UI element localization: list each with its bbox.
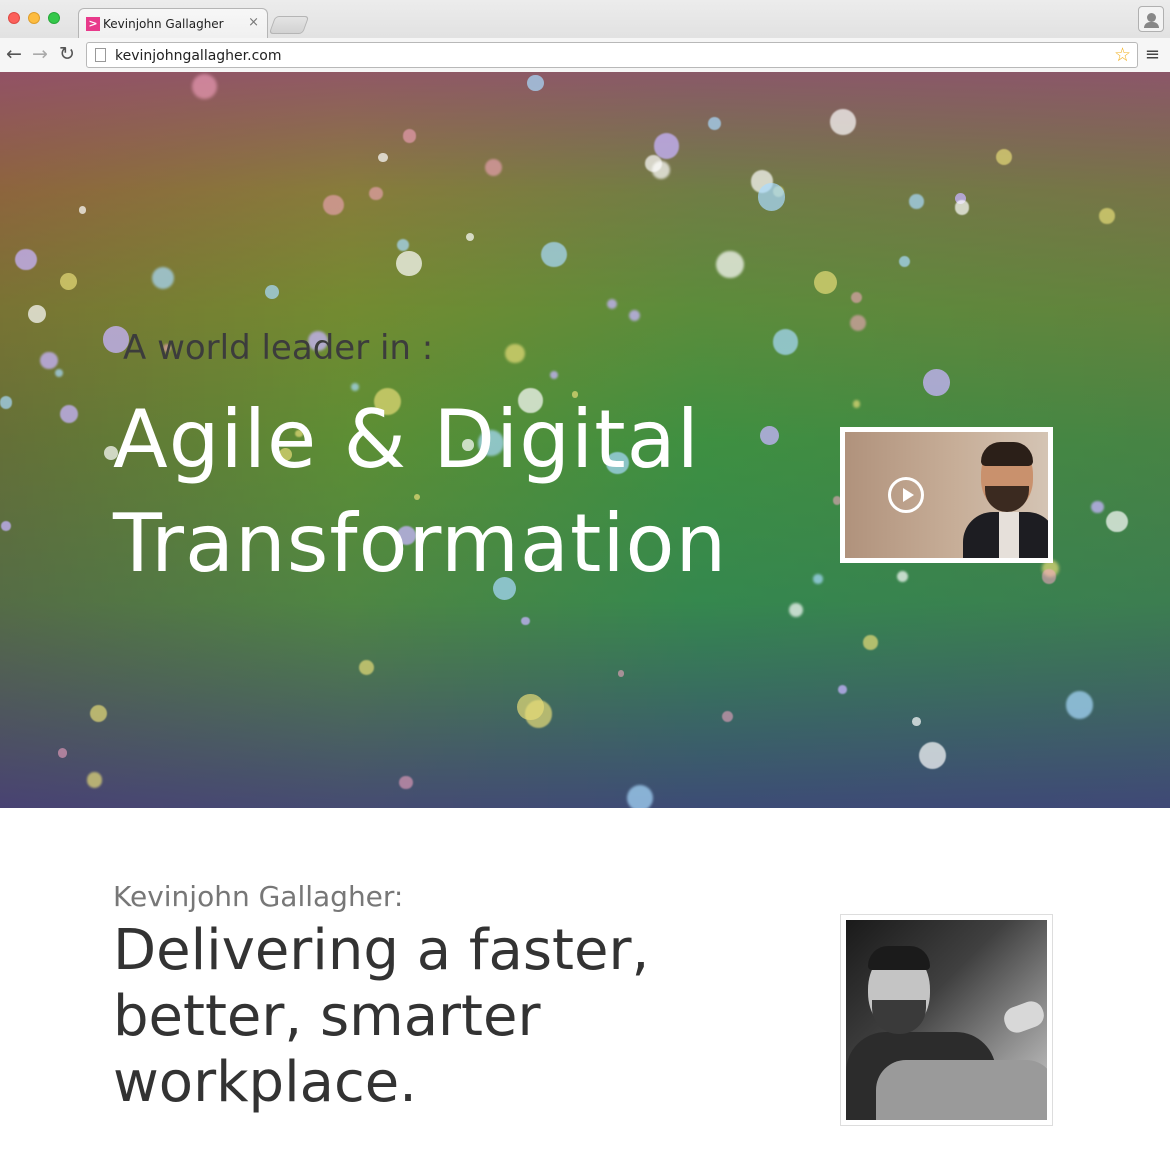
forward-arrow-icon[interactable]: → bbox=[32, 43, 48, 65]
glitter-sparkle bbox=[527, 74, 544, 92]
intro-headline-line-1: Delivering a faster, bbox=[113, 918, 650, 983]
glitter-sparkle bbox=[652, 161, 671, 180]
intro-headline-line-2: better, smarter bbox=[113, 984, 541, 1049]
glitter-sparkle bbox=[863, 635, 878, 650]
glitter-sparkle bbox=[396, 238, 409, 251]
glitter-sparkle bbox=[1099, 208, 1115, 224]
glitter-sparkle bbox=[505, 343, 525, 363]
glitter-sparkle bbox=[59, 273, 77, 291]
glitter-sparkle bbox=[322, 194, 344, 216]
browser-toolbar: ← → ↻ kevinjohngallagher.com ☆ ≡ bbox=[0, 38, 1170, 72]
glitter-sparkle bbox=[521, 617, 530, 626]
glitter-sparkle bbox=[78, 206, 87, 214]
hero-headline: Agile & Digital Transformation bbox=[113, 388, 727, 596]
glitter-sparkle bbox=[1065, 691, 1094, 719]
glitter-sparkle bbox=[707, 117, 721, 131]
hero-headline-line-1: Agile & Digital bbox=[113, 393, 700, 486]
glitter-sparkle bbox=[15, 248, 37, 271]
glitter-sparkle bbox=[760, 425, 779, 445]
glitter-sparkle bbox=[27, 305, 46, 324]
glitter-sparkle bbox=[954, 200, 970, 216]
glitter-sparkle bbox=[629, 309, 641, 321]
tab-close-icon[interactable]: × bbox=[248, 15, 259, 30]
hero-headline-line-2: Transformation bbox=[113, 497, 728, 590]
glitter-sparkle bbox=[398, 775, 413, 790]
glitter-sparkle bbox=[772, 329, 799, 355]
glitter-sparkle bbox=[378, 153, 388, 163]
glitter-sparkle bbox=[359, 660, 375, 676]
glitter-sparkle bbox=[484, 158, 503, 177]
portrait-image bbox=[846, 920, 1047, 1120]
window-minimize-button[interactable] bbox=[28, 12, 40, 24]
window-maximize-button[interactable] bbox=[48, 12, 60, 24]
glitter-sparkle bbox=[898, 255, 911, 268]
menu-icon[interactable]: ≡ bbox=[1145, 44, 1160, 65]
glitter-sparkle bbox=[852, 400, 861, 408]
glitter-sparkle bbox=[1105, 510, 1128, 533]
glitter-sparkle bbox=[995, 149, 1012, 166]
video-person-photo bbox=[963, 442, 1048, 558]
reload-icon[interactable]: ↻ bbox=[59, 43, 75, 65]
url-text[interactable]: kevinjohngallagher.com bbox=[115, 48, 282, 64]
intro-headline-line-3: workplace. bbox=[113, 1050, 417, 1115]
glitter-sparkle bbox=[716, 250, 744, 279]
glitter-sparkle bbox=[813, 574, 823, 584]
glitter-sparkle bbox=[517, 694, 544, 721]
favicon-icon: > bbox=[86, 17, 100, 31]
glitter-sparkle bbox=[788, 602, 804, 618]
play-icon[interactable] bbox=[888, 477, 924, 513]
browser-tab[interactable]: > Kevinjohn Gallagher × bbox=[78, 8, 268, 38]
glitter-sparkle bbox=[151, 266, 174, 289]
intro-label: Kevinjohn Gallagher: bbox=[113, 880, 404, 913]
glitter-sparkle bbox=[850, 291, 863, 303]
back-arrow-icon[interactable]: ← bbox=[6, 43, 22, 65]
glitter-sparkle bbox=[192, 74, 218, 100]
glitter-sparkle bbox=[60, 405, 79, 424]
glitter-sparkle bbox=[402, 129, 417, 144]
glitter-sparkle bbox=[923, 368, 950, 396]
window-close-button[interactable] bbox=[8, 12, 20, 24]
glitter-sparkle bbox=[57, 748, 68, 759]
portrait-photo bbox=[840, 914, 1053, 1126]
glitter-sparkle bbox=[626, 784, 653, 808]
browser-chrome: > Kevinjohn Gallagher × ← → ↻ kevinjohng… bbox=[0, 0, 1170, 72]
glitter-sparkle bbox=[541, 241, 567, 268]
glitter-sparkle bbox=[830, 109, 856, 135]
glitter-sparkle bbox=[1, 521, 11, 531]
profile-icon[interactable] bbox=[1138, 6, 1164, 32]
bookmark-star-icon[interactable]: ☆ bbox=[1114, 44, 1131, 66]
glitter-sparkle bbox=[653, 133, 680, 159]
glitter-sparkle bbox=[606, 298, 618, 310]
new-tab-button[interactable] bbox=[268, 16, 310, 34]
hero-section: A world leader in : Agile & Digital Tran… bbox=[0, 72, 1170, 808]
glitter-sparkle bbox=[369, 186, 383, 201]
glitter-sparkle bbox=[40, 352, 58, 370]
glitter-sparkle bbox=[909, 194, 924, 209]
hero-lead-text: A world leader in : bbox=[123, 328, 434, 368]
glitter-sparkle bbox=[897, 570, 909, 582]
glitter-sparkle bbox=[1041, 569, 1057, 584]
glitter-sparkle bbox=[90, 704, 108, 722]
glitter-sparkle bbox=[264, 285, 279, 299]
glitter-sparkle bbox=[86, 772, 103, 789]
tab-title: Kevinjohn Gallagher bbox=[103, 17, 224, 31]
glitter-sparkle bbox=[465, 232, 474, 242]
glitter-sparkle bbox=[837, 684, 847, 694]
address-bar[interactable]: kevinjohngallagher.com ☆ bbox=[86, 42, 1138, 68]
glitter-sparkle bbox=[1091, 500, 1104, 514]
page-icon bbox=[95, 48, 106, 62]
glitter-sparkle bbox=[849, 315, 866, 332]
glitter-sparkle bbox=[54, 368, 63, 377]
video-thumbnail[interactable] bbox=[840, 427, 1053, 563]
glitter-sparkle bbox=[722, 710, 734, 722]
glitter-sparkle bbox=[0, 396, 13, 409]
intro-headline: Delivering a faster, better, smarter wor… bbox=[113, 918, 753, 1116]
glitter-sparkle bbox=[549, 370, 559, 379]
glitter-sparkle bbox=[757, 182, 786, 211]
glitter-sparkle bbox=[617, 670, 625, 677]
glitter-sparkle bbox=[912, 717, 921, 727]
glitter-sparkle bbox=[396, 250, 422, 277]
glitter-sparkle bbox=[918, 741, 946, 770]
glitter-sparkle bbox=[813, 270, 838, 295]
